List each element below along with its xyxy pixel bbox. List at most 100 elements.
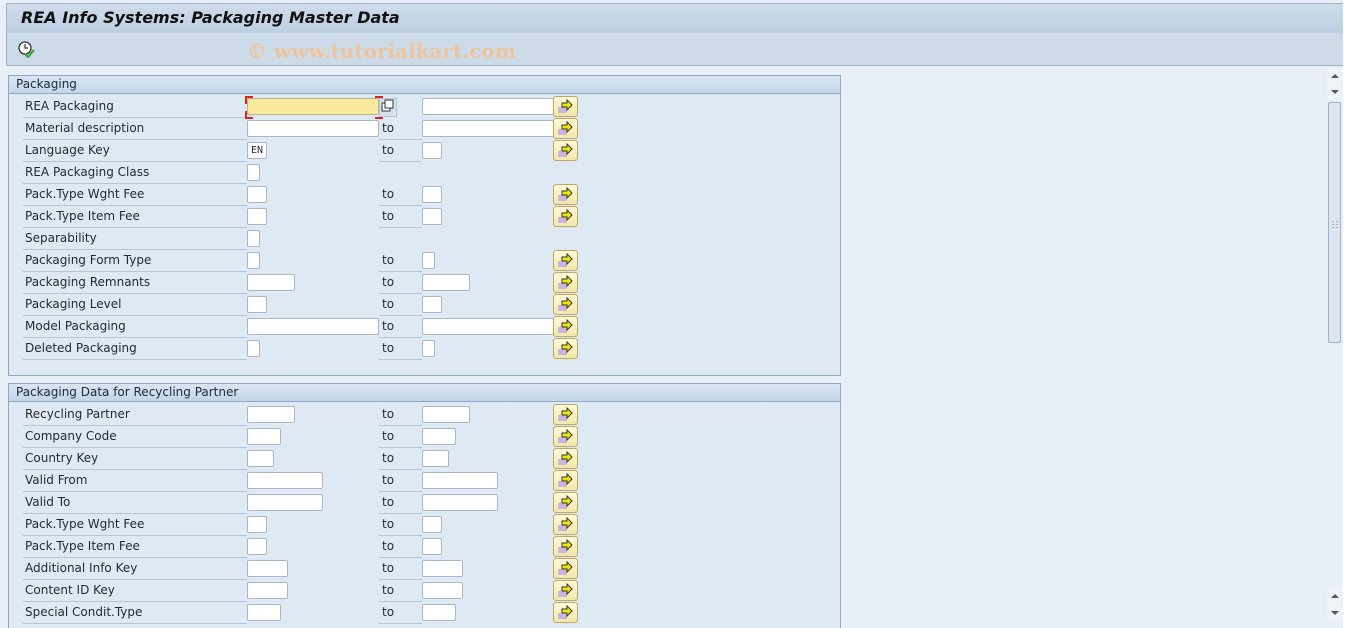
multiple-selection-button[interactable] [553, 492, 578, 513]
range-to-label: to [379, 558, 422, 580]
high-value-input[interactable] [422, 472, 498, 489]
scroll-bottom-up-button[interactable] [1327, 588, 1343, 604]
multiple-selection-button[interactable] [553, 338, 578, 359]
scroll-bottom-down-button[interactable] [1327, 605, 1343, 621]
low-value-input[interactable] [247, 120, 379, 137]
scroll-down-button[interactable] [1327, 84, 1343, 100]
high-value-input[interactable] [422, 208, 442, 225]
vertical-scrollbar[interactable] [1327, 66, 1343, 628]
selection-row: Packaging Remnants to [9, 272, 840, 294]
low-value-input[interactable] [247, 274, 295, 291]
range-to-label: to [379, 426, 422, 448]
low-value-input[interactable] [247, 230, 260, 247]
high-value-input[interactable] [422, 406, 470, 423]
low-value-input[interactable] [247, 582, 288, 599]
multiple-selection-button[interactable] [553, 184, 578, 205]
scroll-down-arrow-icon [1331, 611, 1339, 615]
high-value-input[interactable] [422, 604, 456, 621]
field-label: Pack.Type Wght Fee [23, 184, 247, 206]
multiple-selection-button[interactable] [553, 140, 578, 161]
multiple-selection-button[interactable] [553, 294, 578, 315]
low-value-input[interactable] [247, 318, 379, 335]
multiple-selection-button[interactable] [553, 272, 578, 293]
high-value-input[interactable] [422, 538, 442, 555]
selection-row: Pack.Type Item Fee to [9, 536, 840, 558]
high-value-input[interactable] [422, 186, 442, 203]
multiple-selection-arrow-icon [558, 407, 573, 421]
execute-clock-check-icon [18, 41, 35, 59]
range-to-label: to [379, 272, 422, 294]
scroll-up-button[interactable] [1327, 68, 1343, 84]
field-label: Country Key [23, 448, 247, 470]
low-value-input[interactable] [247, 406, 295, 423]
multiple-selection-button[interactable] [553, 558, 578, 579]
high-value-input[interactable] [422, 318, 554, 335]
low-value-input[interactable] [247, 252, 260, 269]
low-value-input[interactable] [247, 340, 260, 357]
scroll-thumb[interactable] [1328, 102, 1341, 343]
multiple-selection-button[interactable] [553, 206, 578, 227]
range-to-label: to [379, 140, 422, 162]
field-label: Special Condit.Type [23, 602, 247, 624]
field-label: Valid To [23, 492, 247, 514]
high-value-input[interactable] [422, 252, 435, 269]
multiple-selection-button[interactable] [553, 316, 578, 337]
multiple-selection-button[interactable] [553, 118, 578, 139]
high-value-input[interactable] [422, 428, 456, 445]
low-value-input[interactable] [247, 538, 267, 555]
multiple-selection-arrow-icon [558, 99, 573, 113]
low-value-input[interactable] [247, 186, 267, 203]
high-value-input[interactable] [422, 120, 554, 137]
multiple-selection-arrow-icon [558, 341, 573, 355]
high-value-input[interactable] [422, 274, 470, 291]
high-value-input[interactable] [422, 494, 498, 511]
high-value-input[interactable] [422, 582, 463, 599]
selection-row: Pack.Type Wght Fee to [9, 514, 840, 536]
low-value-input[interactable] [247, 604, 281, 621]
multiple-selection-button[interactable] [553, 448, 578, 469]
multiple-selection-button[interactable] [553, 96, 578, 117]
range-to-label: to [379, 338, 422, 360]
multiple-selection-button[interactable] [553, 404, 578, 425]
multiple-selection-button[interactable] [553, 250, 578, 271]
multiple-selection-button[interactable] [553, 514, 578, 535]
low-value-input[interactable] [247, 516, 267, 533]
low-value-input[interactable] [247, 98, 379, 115]
field-label: Additional Info Key [23, 558, 247, 580]
low-value-input[interactable] [247, 494, 323, 511]
multiple-selection-button[interactable] [553, 470, 578, 491]
low-value-input[interactable] [247, 560, 288, 577]
multiple-selection-button[interactable] [553, 426, 578, 447]
selection-row: Pack.Type Item Fee to [9, 206, 840, 228]
multiple-selection-arrow-icon [558, 517, 573, 531]
low-value-input[interactable] [247, 428, 281, 445]
range-to-label: to [379, 250, 422, 272]
title-bar: REA Info Systems: Packaging Master Data [6, 3, 1344, 34]
high-value-input[interactable] [422, 560, 463, 577]
range-to-label: to [379, 118, 422, 140]
execute-button[interactable] [17, 40, 35, 59]
field-label: Packaging Level [23, 294, 247, 316]
low-value-input[interactable] [247, 472, 323, 489]
selection-row: Content ID Key to [9, 580, 840, 602]
high-value-input[interactable] [422, 296, 442, 313]
high-value-input[interactable] [422, 98, 554, 115]
selection-row: Packaging Form Type to [9, 250, 840, 272]
multiple-selection-button[interactable] [553, 602, 578, 623]
low-value-input[interactable] [247, 164, 260, 181]
field-label: Recycling Partner [23, 404, 247, 426]
selection-row: REA Packaging [9, 96, 840, 119]
high-value-input[interactable] [422, 142, 442, 159]
field-label: Language Key [23, 140, 247, 162]
multiple-selection-button[interactable] [553, 536, 578, 557]
high-value-input[interactable] [422, 450, 449, 467]
low-value-input[interactable]: EN [247, 142, 267, 159]
low-value-input[interactable] [247, 450, 274, 467]
low-value-input[interactable] [247, 208, 267, 225]
high-value-input[interactable] [422, 516, 442, 533]
multiple-selection-button[interactable] [553, 580, 578, 601]
low-value-input[interactable] [247, 296, 267, 313]
multiple-selection-arrow-icon [558, 209, 573, 223]
high-value-input[interactable] [422, 340, 435, 357]
search-help-button[interactable] [379, 98, 397, 117]
